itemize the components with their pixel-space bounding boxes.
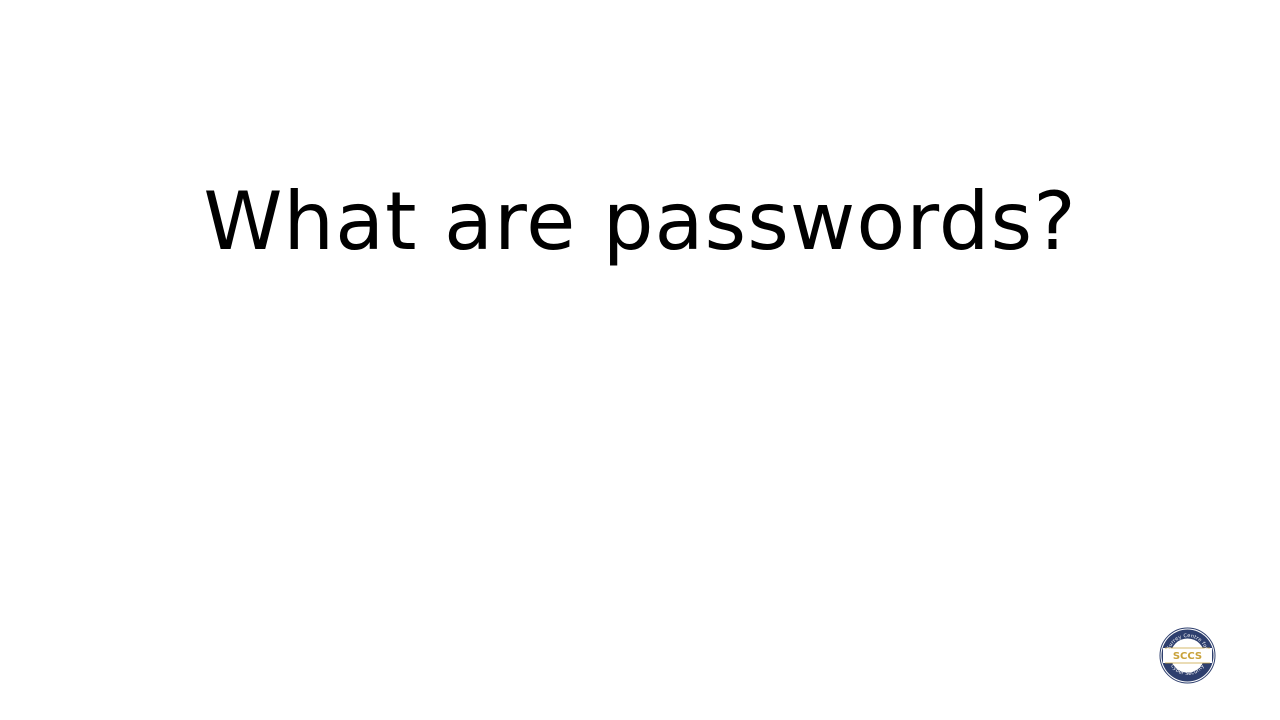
slide: What are passwords? Surrey Centre for Cy… [0,0,1280,720]
sccs-logo: Surrey Centre for Cyber Security SCCS [1159,627,1216,684]
logo-center-text: SCCS [1173,651,1202,662]
slide-title: What are passwords? [203,175,1077,268]
sccs-seal-icon: Surrey Centre for Cyber Security SCCS [1159,627,1216,684]
